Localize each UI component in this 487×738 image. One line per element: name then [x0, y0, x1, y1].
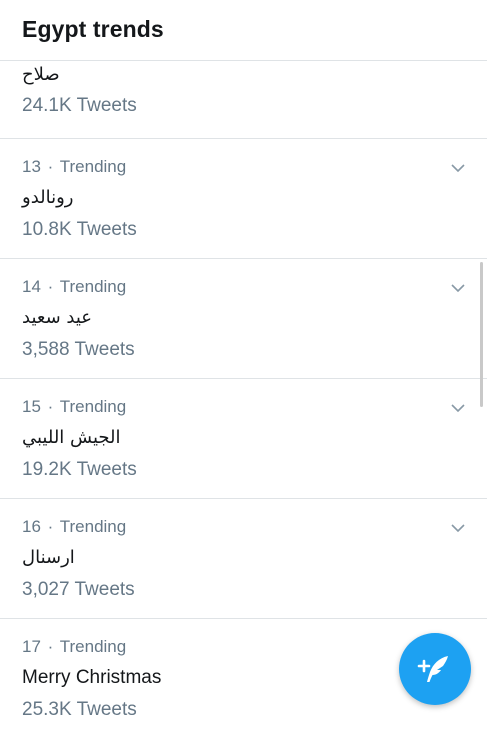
chevron-down-icon[interactable] — [451, 401, 465, 415]
trend-item-15[interactable]: 15 · Trending الجيش الليبي 19.2K Tweets — [0, 379, 487, 499]
trend-tweet-count: 24.1K Tweets — [22, 95, 137, 116]
chevron-down-icon[interactable] — [451, 281, 465, 295]
meta-separator: · — [47, 397, 54, 416]
meta-separator: · — [47, 637, 54, 656]
trend-label: Trending — [59, 157, 127, 176]
meta-separator: · — [47, 517, 54, 536]
meta-separator: · — [47, 277, 54, 296]
trend-item-13[interactable]: 13 · Trending رونالدو 10.8K Tweets — [0, 139, 487, 259]
trend-name: الجيش الليبي — [22, 427, 121, 448]
trend-name: Merry Christmas — [22, 667, 162, 688]
trend-rank: 13 — [22, 157, 41, 176]
chevron-down-icon[interactable] — [451, 521, 465, 535]
compose-tweet-button[interactable] — [399, 633, 471, 705]
trend-meta: 16 · Trending — [22, 517, 126, 537]
trend-tweet-count: 3,027 Tweets — [22, 579, 135, 600]
page-header: Egypt trends — [0, 0, 487, 61]
trend-name: صلاح — [22, 64, 60, 85]
trend-meta: 17 · Trending — [22, 637, 126, 657]
compose-tweet-icon — [417, 656, 448, 682]
trend-meta: 15 · Trending — [22, 397, 126, 417]
trend-label: Trending — [59, 277, 127, 296]
trend-meta: 14 · Trending — [22, 277, 126, 297]
trend-label: Trending — [59, 397, 127, 416]
trend-tweet-count: 3,588 Tweets — [22, 339, 135, 360]
trend-name: عيد سعيد — [22, 307, 92, 328]
trend-meta: 13 · Trending — [22, 157, 126, 177]
trend-tweet-count: 10.8K Tweets — [22, 219, 137, 240]
trend-name: ارسنال — [22, 547, 75, 568]
trend-rank: 17 — [22, 637, 41, 656]
chevron-down-icon[interactable] — [451, 161, 465, 175]
trend-rank: 16 — [22, 517, 41, 536]
trend-name: رونالدو — [22, 187, 74, 208]
meta-separator: · — [47, 157, 54, 176]
trend-tweet-count: 25.3K Tweets — [22, 699, 137, 720]
trend-label: Trending — [59, 517, 127, 536]
page-title: Egypt trends — [22, 16, 164, 42]
trend-item-16[interactable]: 16 · Trending ارسنال 3,027 Tweets — [0, 499, 487, 619]
scrollbar[interactable] — [480, 262, 483, 407]
trend-item-14[interactable]: 14 · Trending عيد سعيد 3,588 Tweets — [0, 259, 487, 379]
trend-tweet-count: 19.2K Tweets — [22, 459, 137, 480]
trend-label: Trending — [59, 637, 127, 656]
trend-rank: 15 — [22, 397, 41, 416]
trend-rank: 14 — [22, 277, 41, 296]
